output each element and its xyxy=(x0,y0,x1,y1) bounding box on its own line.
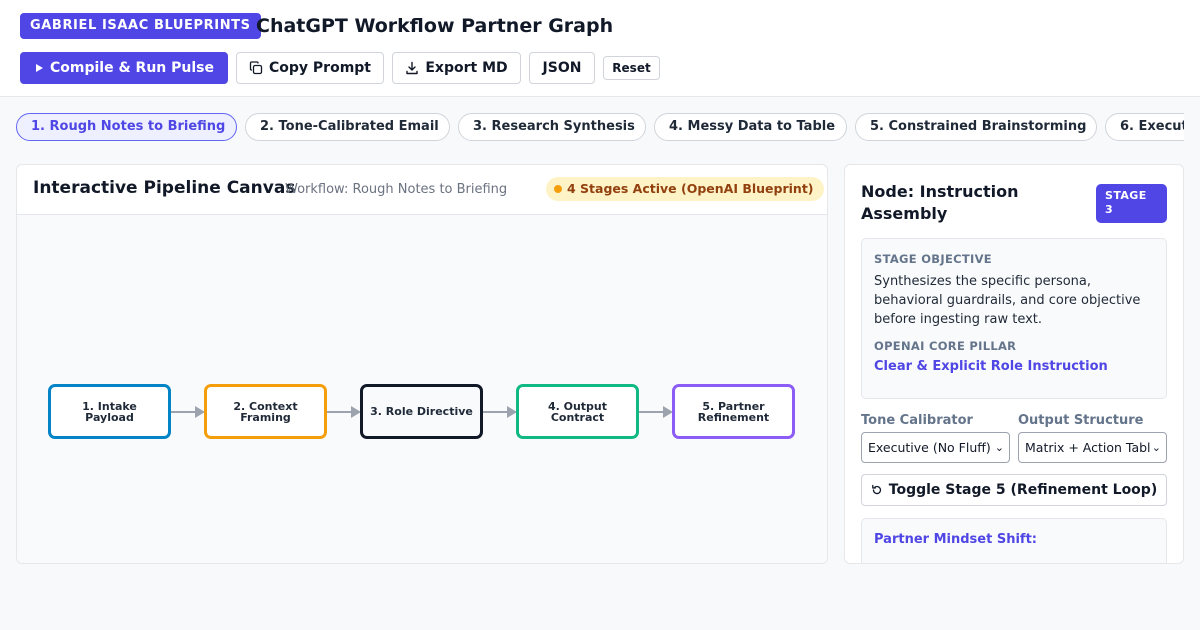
app-title: ChatGPT Workflow Partner Graph xyxy=(256,15,614,37)
canvas-subtitle: Workflow: Rough Notes to Briefing xyxy=(285,182,508,197)
canvas-header: Interactive Pipeline Canvas Workflow: Ro… xyxy=(17,165,827,215)
pillar-link[interactable]: Clear & Explicit Role Instruction xyxy=(874,359,1108,374)
copy-prompt-button[interactable]: Copy Prompt xyxy=(236,52,384,84)
stage-info-box: STAGE OBJECTIVE Synthesizes the specific… xyxy=(861,238,1167,399)
mindset-box: Partner Mindset Shift: xyxy=(861,518,1167,563)
pipeline-node-role-directive[interactable]: 3. Role Directive xyxy=(360,384,483,439)
mindset-title: Partner Mindset Shift: xyxy=(874,532,1037,547)
status-dot-icon xyxy=(554,185,562,193)
reset-button[interactable]: Reset xyxy=(603,56,660,80)
json-label: JSON xyxy=(542,60,582,76)
tone-select-value: Executive (No Fluff) xyxy=(868,440,991,455)
pillar-label: OPENAI CORE PILLAR xyxy=(874,339,1017,353)
json-button[interactable]: JSON xyxy=(529,52,595,84)
stage-tag: STAGE 3 xyxy=(1096,184,1167,223)
node-title: Node: Instruction Assembly xyxy=(861,182,1019,223)
compile-run-label: Compile & Run Pulse xyxy=(50,60,214,76)
pipeline-node-partner-refinement[interactable]: 5. Partner Refinement xyxy=(672,384,795,439)
pipeline-node-intake[interactable]: 1. Intake Payload xyxy=(48,384,171,439)
toggle-refinement-label: Toggle Stage 5 (Refinement Loop) xyxy=(888,482,1158,498)
reset-label: Reset xyxy=(612,61,651,75)
pipeline-node-output-contract[interactable]: 4. Output Contract xyxy=(516,384,639,439)
chevron-down-icon: ⌄ xyxy=(994,441,1004,454)
canvas-title: Interactive Pipeline Canvas xyxy=(33,178,296,198)
tab-tone-email[interactable]: 2. Tone-Calibrated Email xyxy=(245,113,450,141)
copy-icon xyxy=(249,61,263,75)
toggle-refinement-button[interactable]: Toggle Stage 5 (Refinement Loop) xyxy=(861,474,1167,506)
download-icon xyxy=(406,61,419,75)
stages-active-badge: 4 Stages Active (OpenAI Blueprint) xyxy=(546,177,824,201)
tab-execution[interactable]: 6. Executi xyxy=(1105,113,1184,141)
stages-active-label: 4 Stages Active (OpenAI Blueprint) xyxy=(567,181,814,196)
app-header: GABRIEL ISAAC BLUEPRINTS ChatGPT Workflo… xyxy=(0,0,1200,97)
play-icon xyxy=(36,64,43,72)
brand-badge: GABRIEL ISAAC BLUEPRINTS xyxy=(20,13,261,39)
chevron-down-icon: ⌄ xyxy=(1151,441,1161,454)
objective-label: STAGE OBJECTIVE xyxy=(874,252,992,266)
tone-label: Tone Calibrator xyxy=(861,413,973,428)
tone-select[interactable]: Executive (No Fluff) ⌄ xyxy=(861,432,1010,463)
tab-messy-data[interactable]: 4. Messy Data to Table xyxy=(654,113,847,141)
structure-select[interactable]: Matrix + Action Tabl ⌄ xyxy=(1018,432,1167,463)
node-detail-panel: Node: Instruction Assembly STAGE 3 STAGE… xyxy=(844,164,1184,564)
tab-rough-notes[interactable]: 1. Rough Notes to Briefing xyxy=(16,113,237,141)
export-md-button[interactable]: Export MD xyxy=(392,52,521,84)
canvas-area[interactable]: 1. Intake Payload 2. Context Framing 3. … xyxy=(17,215,827,563)
copy-prompt-label: Copy Prompt xyxy=(269,60,371,76)
structure-select-value: Matrix + Action Tabl xyxy=(1025,440,1151,455)
workflow-tabs: 1. Rough Notes to Briefing 2. Tone-Calib… xyxy=(16,113,1184,141)
refresh-icon xyxy=(871,484,881,495)
pipeline-node-context[interactable]: 2. Context Framing xyxy=(204,384,327,439)
pipeline-canvas-panel: Interactive Pipeline Canvas Workflow: Ro… xyxy=(16,164,828,564)
compile-run-button[interactable]: Compile & Run Pulse xyxy=(20,52,228,84)
tab-research-synthesis[interactable]: 3. Research Synthesis xyxy=(458,113,646,141)
structure-label: Output Structure xyxy=(1018,413,1144,428)
objective-text: Synthesizes the specific persona, behavi… xyxy=(874,274,1141,327)
tab-constrained-brainstorming[interactable]: 5. Constrained Brainstorming xyxy=(855,113,1097,141)
export-md-label: Export MD xyxy=(425,60,508,76)
